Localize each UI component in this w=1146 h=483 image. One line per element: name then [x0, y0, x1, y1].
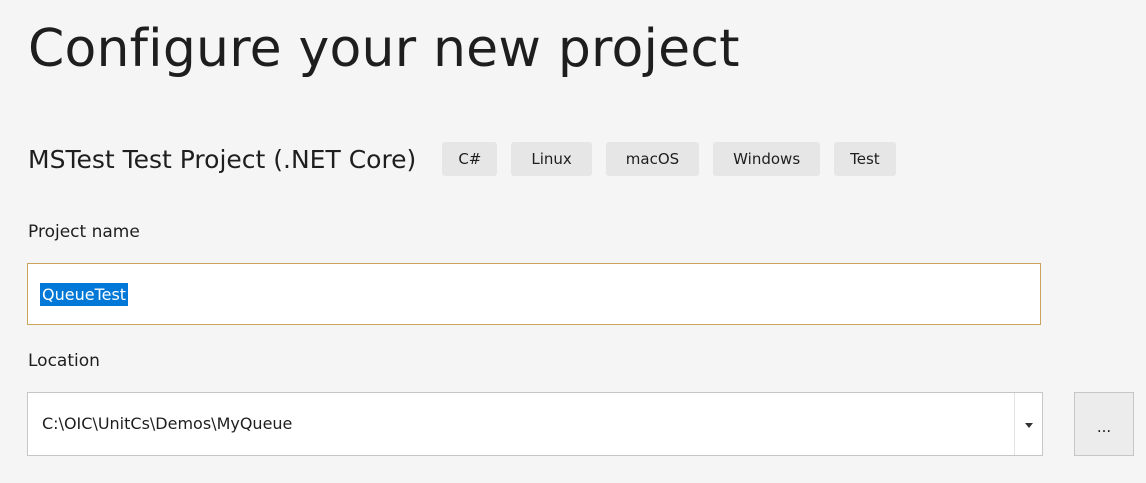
tag-linux: Linux: [511, 142, 592, 176]
browse-button[interactable]: ...: [1074, 392, 1134, 456]
page-title: Configure your new project: [28, 19, 740, 79]
chevron-down-icon: [1024, 422, 1033, 428]
location-label: Location: [28, 351, 100, 371]
location-dropdown-button[interactable]: [1014, 393, 1042, 455]
template-name: MSTest Test Project (.NET Core): [28, 144, 417, 174]
tag-windows: Windows: [713, 142, 821, 176]
template-info: MSTest Test Project (.NET Core) C# Linux…: [28, 138, 910, 180]
project-name-value: QueueTest: [40, 283, 129, 306]
location-combobox[interactable]: C:\OIC\UnitCs\Demos\MyQueue: [27, 392, 1043, 456]
project-name-input[interactable]: QueueTest: [27, 263, 1041, 325]
tag-csharp: C#: [442, 142, 498, 176]
tag-test: Test: [834, 142, 896, 176]
project-name-label: Project name: [28, 222, 140, 242]
tag-macos: macOS: [605, 142, 700, 176]
browse-button-label: ...: [1096, 418, 1112, 436]
location-value: C:\OIC\UnitCs\Demos\MyQueue: [42, 414, 293, 433]
